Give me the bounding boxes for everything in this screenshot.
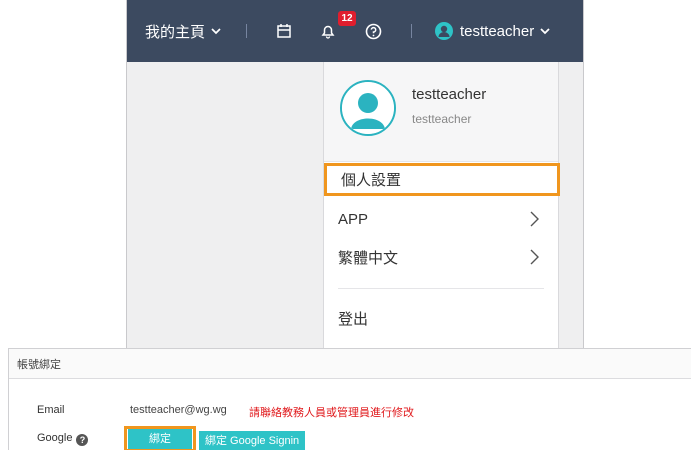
chevron-right-icon xyxy=(530,249,539,265)
user-dropdown-menu: testteacher testteacher 個人設置 APP 繁體中文 登出 xyxy=(323,62,560,350)
bell-icon xyxy=(321,25,335,39)
user-avatar-icon xyxy=(342,82,394,134)
google-label: Google xyxy=(37,432,73,444)
chevron-down-icon xyxy=(211,28,221,35)
menu-item-personal-settings[interactable]: 個人設置 xyxy=(324,163,560,196)
panel-title: 帳號綁定 xyxy=(9,349,691,379)
profile-header: testteacher testteacher xyxy=(324,62,558,162)
email-label: Email xyxy=(37,404,65,416)
bind-button[interactable]: 綁定 xyxy=(128,429,192,449)
separator xyxy=(246,24,247,38)
email-warning: 請聯絡教務人員或管理員進行修改 xyxy=(249,407,414,419)
email-value: testteacher@wg.wg xyxy=(130,404,227,416)
profile-name: testteacher xyxy=(412,86,487,103)
username-label: testteacher xyxy=(460,22,535,40)
screenshot-composite: 我的主頁 12 testteacher testteacher testteac… xyxy=(0,0,691,450)
home-menu[interactable]: 我的主頁 xyxy=(145,0,222,62)
bind-google-signin-button[interactable]: 綁定 Google Signin xyxy=(199,431,306,450)
top-navigation-bar: 我的主頁 12 testteacher xyxy=(127,0,583,62)
help-circle-icon xyxy=(365,23,382,39)
google-row-label: Google? xyxy=(37,432,89,446)
menu-item-logout[interactable]: 登出 xyxy=(324,300,558,336)
chevron-down-icon xyxy=(540,28,550,35)
menu-item-label: APP xyxy=(338,210,369,228)
help-button[interactable] xyxy=(365,0,382,62)
menu-divider xyxy=(338,288,544,289)
menu-item-label: 繁體中文 xyxy=(338,249,399,267)
avatar xyxy=(340,80,396,136)
menu-item-label: 個人設置 xyxy=(341,172,402,189)
menu-item-language[interactable]: 繁體中文 xyxy=(324,239,558,275)
account-binding-panel: 帳號綁定 Email testteacher@wg.wg 請聯絡教務人員或管理員… xyxy=(8,348,691,450)
separator xyxy=(411,24,412,38)
calendar-button[interactable] xyxy=(276,0,292,62)
menu-item-app[interactable]: APP xyxy=(324,201,558,237)
notification-badge: 12 xyxy=(338,11,356,26)
calendar-icon xyxy=(277,24,291,38)
help-circle-icon[interactable]: ? xyxy=(76,434,89,446)
chevron-right-icon xyxy=(530,211,539,227)
home-menu-label: 我的主頁 xyxy=(145,23,206,41)
profile-username: testteacher xyxy=(412,112,472,126)
user-avatar-icon xyxy=(435,22,453,40)
notifications-button[interactable] xyxy=(320,0,336,62)
user-menu[interactable]: testteacher xyxy=(435,0,551,62)
bind-button-highlight: 綁定 xyxy=(124,426,196,450)
app-panel: 我的主頁 12 testteacher testteacher testteac… xyxy=(126,0,584,350)
menu-item-label: 登出 xyxy=(338,310,369,328)
